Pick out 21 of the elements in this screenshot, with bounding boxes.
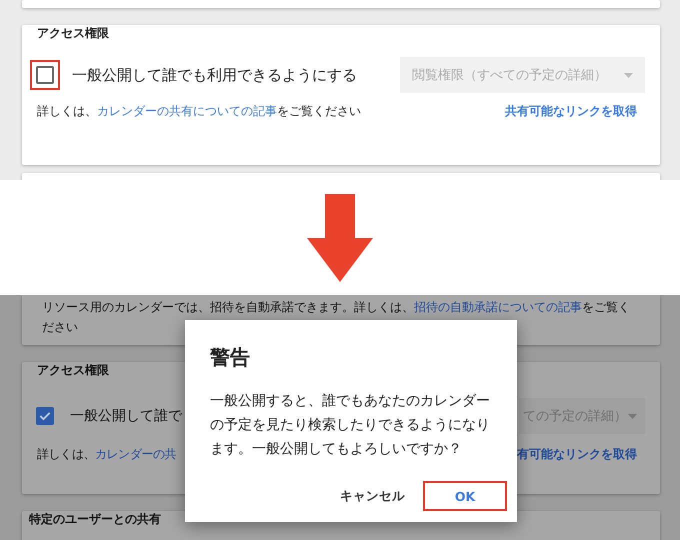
dialog-title: 警告 [210, 344, 251, 371]
down-arrow-icon [307, 194, 373, 282]
caret-icon [628, 414, 637, 418]
caret-icon [624, 72, 633, 78]
article-link[interactable]: 招待の自動承諾についての記事 [414, 300, 582, 314]
checkbox[interactable] [36, 66, 54, 84]
share-link[interactable]: 有可能なリンクを取得 [517, 446, 637, 463]
section-title: 特定のユーザーとの共有 [29, 511, 161, 527]
article-link[interactable]: カレンダーの共有についての記事 [97, 104, 277, 118]
checkbox[interactable] [36, 407, 54, 425]
ok-button[interactable]: OK [423, 481, 507, 511]
share-link[interactable]: 共有可能なリンクを取得 [505, 103, 637, 120]
section-title: アクセス権限 [37, 25, 109, 41]
checkbox-label: 一般公開して誰でも利用できるようにする [72, 66, 357, 84]
help-text: 詳しくは、カレンダーの共 [37, 446, 176, 463]
dialog-message: 一般公開すると、誰でもあなたのカレンダーの予定を見たり検索したりできるようになります。一般公開してもよろしいですか？ [210, 392, 491, 459]
checkbox-label: 一般公開して誰で [70, 407, 182, 425]
article-link[interactable]: カレンダーの共 [95, 447, 176, 461]
section-title: アクセス権限 [37, 362, 109, 378]
cancel-button[interactable]: キャンセル [330, 481, 415, 511]
help-text: 詳しくは、カレンダーの共有についての記事をご覧ください [37, 103, 361, 120]
